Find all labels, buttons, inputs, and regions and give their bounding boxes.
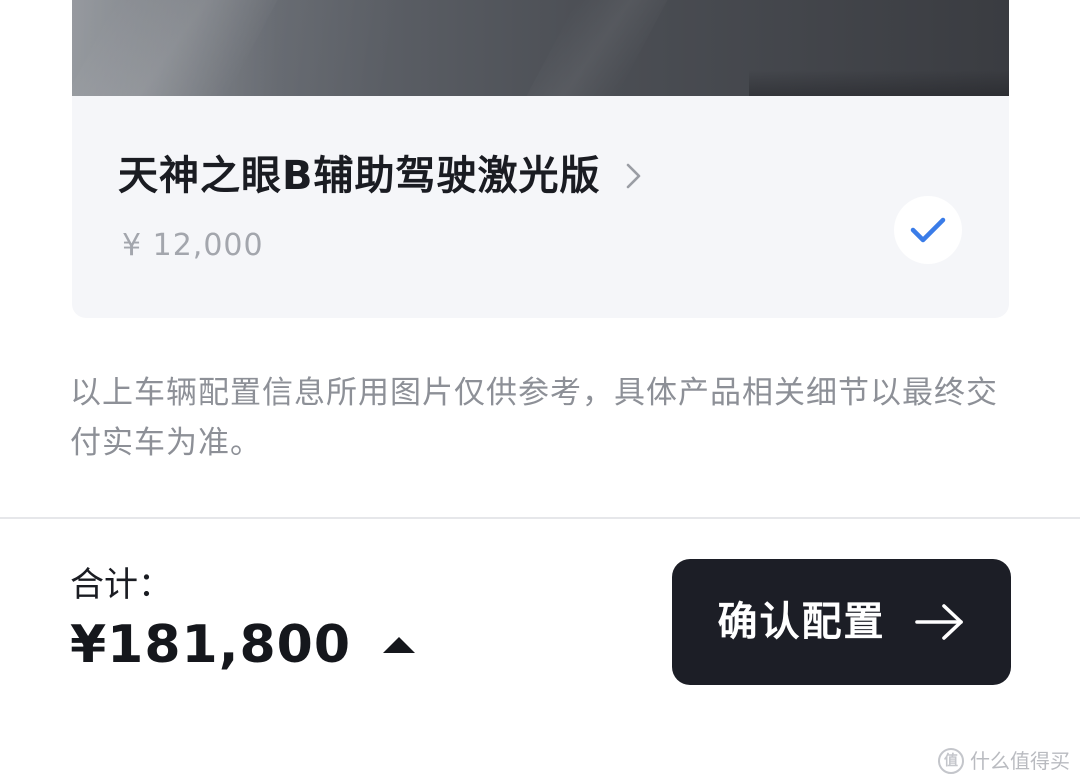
chevron-right-icon[interactable] [619, 161, 649, 191]
option-title: 天神之眼B辅助驾驶激光版 [118, 153, 601, 199]
check-icon [910, 217, 946, 243]
total-row[interactable]: ¥181,800 [70, 613, 417, 677]
watermark-logo-icon: 值 [938, 748, 964, 774]
option-image [72, 0, 1009, 96]
caret-up-icon[interactable] [381, 635, 417, 655]
selected-check-button[interactable] [894, 196, 962, 264]
confirm-config-button[interactable]: 确认配置 [672, 559, 1011, 685]
option-card[interactable]: 天神之眼B辅助驾驶激光版 ¥ 12,000 [72, 0, 1009, 318]
arrow-right-icon [914, 602, 966, 642]
confirm-label: 确认配置 [717, 599, 886, 645]
bottom-bar: 合计： ¥181,800 确认配置 值 什么值得买 [0, 517, 1080, 782]
watermark-text: 什么值得买 [970, 749, 1070, 773]
disclaimer-text: 以上车辆配置信息所用图片仅供参考，具体产品相关细节以最终交付实车为准。 [70, 375, 998, 461]
total-label: 合计： [70, 565, 172, 605]
option-title-row[interactable]: 天神之眼B辅助驾驶激光版 [118, 148, 649, 204]
total-amount: ¥181,800 [70, 615, 352, 675]
config-page: 天神之眼B辅助驾驶激光版 ¥ 12,000 以上车辆配置信息所用图片仅供参考，具… [0, 0, 1080, 782]
option-price: ¥ 12,000 [122, 228, 264, 263]
watermark: 值 什么值得买 [938, 747, 1070, 775]
